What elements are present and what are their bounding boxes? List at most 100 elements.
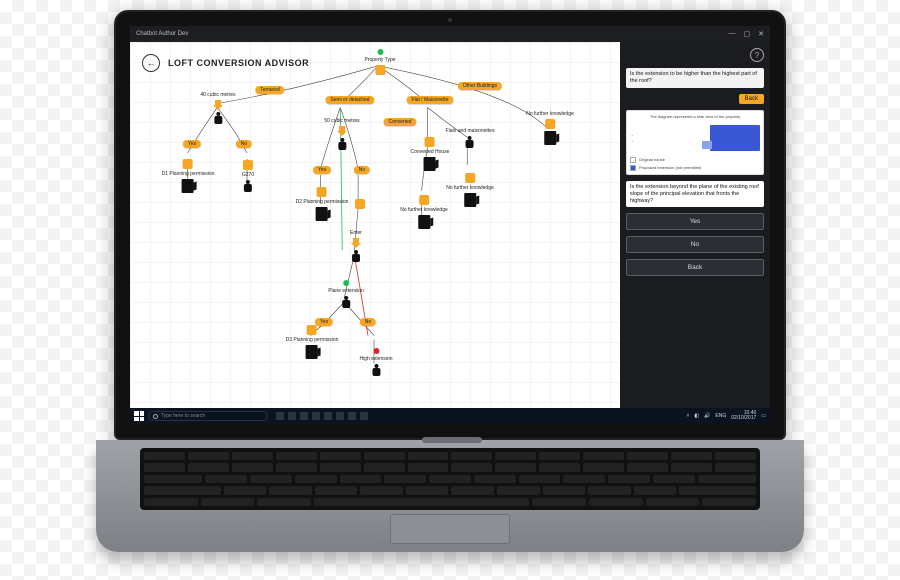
branch-flat[interactable]: Flat / Maisonette bbox=[407, 96, 454, 104]
node-d1[interactable]: D1 Planning permission bbox=[162, 158, 215, 194]
pill-converted[interactable]: Converted bbox=[383, 118, 416, 126]
node-flats[interactable]: Flats and maisonettes bbox=[446, 127, 495, 149]
pill-no[interactable]: No bbox=[236, 140, 252, 148]
pill-yes[interactable]: Yes bbox=[183, 140, 201, 148]
status-dot-icon bbox=[343, 280, 349, 286]
search-placeholder: Type here to search bbox=[161, 413, 205, 419]
node-label: No further knowledge bbox=[526, 111, 574, 117]
chat-panel: ? Is the extension to be higher than the… bbox=[620, 42, 770, 408]
door-icon bbox=[424, 157, 436, 171]
node-label: D1 Planning permission bbox=[162, 171, 215, 177]
taskbar-app-icon[interactable] bbox=[348, 412, 356, 420]
taskbar-pinned-apps bbox=[276, 412, 368, 420]
legend-swatch-icon bbox=[630, 157, 636, 163]
decision-icon bbox=[425, 137, 435, 147]
node-label: 40 cubic metres bbox=[200, 92, 235, 98]
node-label: Flats and maisonettes bbox=[446, 128, 495, 134]
node-label: Enter bbox=[350, 230, 362, 236]
tray-language[interactable]: ENG bbox=[715, 413, 726, 419]
node-enter[interactable]: Enter bbox=[350, 229, 362, 263]
flow-canvas[interactable]: ← LOFT CONVERSION ADVISOR bbox=[130, 42, 620, 408]
node-conv-house[interactable]: Converted House bbox=[411, 136, 450, 172]
taskbar-app-icon[interactable] bbox=[300, 412, 308, 420]
node-50cubic[interactable]: 50 cubic metres bbox=[324, 117, 359, 151]
answer-yes-button[interactable]: Yes bbox=[626, 213, 764, 230]
node-nf1[interactable]: No further knowledge bbox=[526, 110, 574, 146]
pill-yes[interactable]: Yes bbox=[313, 166, 331, 174]
system-tray[interactable]: ˄ ◧ 🔊 ENG 10:40 02/10/2017 ▭ bbox=[687, 411, 767, 421]
node-nf3[interactable]: No further knowledge bbox=[446, 172, 494, 208]
window-titlebar: Chatbot Author Dev — ▢ ✕ bbox=[130, 26, 770, 42]
node-d3[interactable]: D3 Planning permission bbox=[286, 324, 339, 360]
node-high[interactable]: High extension bbox=[359, 347, 392, 377]
tray-chevron-icon[interactable]: ˄ bbox=[687, 413, 690, 419]
tray-network-icon[interactable]: ◧ bbox=[694, 413, 699, 419]
taskbar-search[interactable]: Type here to search bbox=[148, 411, 268, 421]
person-icon bbox=[351, 250, 361, 262]
tray-notifications-icon[interactable]: ▭ bbox=[761, 413, 766, 419]
node-label: No further knowledge bbox=[446, 185, 494, 191]
branch-semi[interactable]: Semi or detached bbox=[325, 96, 374, 104]
node-yn[interactable] bbox=[355, 198, 365, 210]
node-label: Plane extension bbox=[328, 288, 364, 294]
node-label: High extension bbox=[359, 356, 392, 362]
laptop-mockup: Chatbot Author Dev — ▢ ✕ ← LOFT CONVERSI… bbox=[90, 10, 810, 570]
answer-no-button[interactable]: No bbox=[626, 236, 764, 253]
person-icon bbox=[337, 138, 347, 150]
webcam bbox=[448, 18, 452, 22]
door-icon bbox=[306, 345, 318, 359]
door-icon bbox=[544, 131, 556, 145]
tray-clock[interactable]: 10:40 02/10/2017 bbox=[731, 411, 756, 421]
branch-terraced[interactable]: Terraced bbox=[255, 86, 284, 94]
legend-swatch-icon bbox=[630, 165, 636, 171]
window-minimize[interactable]: — bbox=[729, 30, 736, 38]
screen: Chatbot Author Dev — ▢ ✕ ← LOFT CONVERSI… bbox=[130, 26, 770, 424]
tray-date: 02/10/2017 bbox=[731, 416, 756, 421]
chat-current-question: Is the extension beyond the plane of the… bbox=[626, 181, 764, 208]
arrow-down-icon bbox=[351, 238, 361, 248]
node-label: D3 Planning permission bbox=[286, 337, 339, 343]
tray-volume-icon[interactable]: 🔊 bbox=[704, 413, 710, 419]
decision-icon bbox=[465, 173, 475, 183]
pill-no[interactable]: No bbox=[360, 318, 376, 326]
pill-no[interactable]: No bbox=[354, 166, 370, 174]
person-icon bbox=[341, 296, 351, 308]
app-body: ← LOFT CONVERSION ADVISOR bbox=[130, 42, 770, 408]
person-icon bbox=[213, 112, 223, 124]
node-d2[interactable]: D2 Planning permission bbox=[296, 186, 349, 222]
decision-icon bbox=[317, 187, 327, 197]
door-icon bbox=[418, 215, 430, 229]
node-plane[interactable]: Plane extension bbox=[328, 279, 364, 309]
start-button[interactable] bbox=[134, 411, 144, 421]
taskbar-app-icon[interactable] bbox=[312, 412, 320, 420]
node-40cubic[interactable]: 40 cubic metres bbox=[200, 91, 235, 125]
taskbar-app-icon[interactable] bbox=[288, 412, 296, 420]
status-dot-icon bbox=[377, 49, 383, 55]
decision-icon bbox=[419, 195, 429, 205]
hinge bbox=[422, 437, 482, 443]
keyboard bbox=[140, 448, 760, 510]
node-label: Converted House bbox=[411, 149, 450, 155]
node-label: No further knowledge bbox=[400, 207, 448, 213]
branch-other[interactable]: Other Buildings bbox=[458, 82, 502, 90]
window-maximize[interactable]: ▢ bbox=[744, 30, 751, 38]
trackpad bbox=[390, 514, 510, 544]
answer-back-button[interactable]: Back bbox=[626, 259, 764, 276]
taskbar-app-icon[interactable] bbox=[360, 412, 368, 420]
search-icon bbox=[153, 414, 158, 419]
help-button[interactable]: ? bbox=[750, 48, 764, 62]
person-icon bbox=[371, 364, 381, 376]
window-close[interactable]: ✕ bbox=[758, 30, 764, 38]
door-icon bbox=[316, 207, 328, 221]
roof-shape-icon bbox=[710, 125, 760, 151]
arrow-icon: → bbox=[630, 132, 634, 137]
node-root[interactable]: Property Type bbox=[364, 48, 395, 76]
chat-back-pill[interactable]: Back bbox=[739, 94, 764, 104]
taskbar-app-icon[interactable] bbox=[324, 412, 332, 420]
taskbar-app-icon[interactable] bbox=[336, 412, 344, 420]
node-label: 50 cubic metres bbox=[324, 118, 359, 124]
node-nf2[interactable]: No further knowledge bbox=[400, 194, 448, 230]
door-icon bbox=[182, 179, 194, 193]
node-g270[interactable]: G270 bbox=[242, 159, 254, 193]
taskbar-app-icon[interactable] bbox=[276, 412, 284, 420]
